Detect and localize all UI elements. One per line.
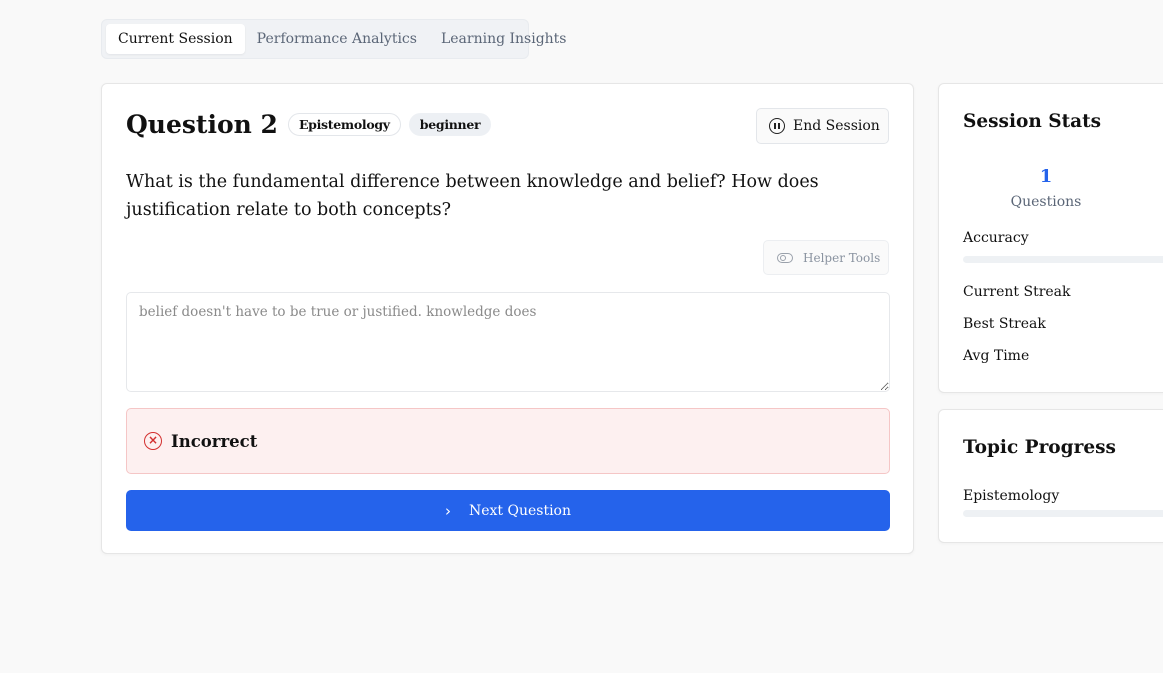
level-badge: beginner	[408, 113, 492, 136]
accuracy-bar	[963, 256, 1163, 263]
question-header: Question 2 Epistemology beginner	[126, 110, 492, 139]
topic-label: Epistemology	[963, 488, 1060, 504]
topic-progress-card: Topic Progress Epistemology	[938, 409, 1163, 543]
helper-tools-label: Helper Tools	[803, 250, 881, 265]
result-label: Incorrect	[171, 431, 258, 451]
accuracy-label: Accuracy	[963, 230, 1029, 246]
x-circle-icon: ×	[144, 432, 162, 450]
avg-time-label: Avg Time	[963, 348, 1030, 364]
current-streak-label: Current Streak	[963, 284, 1071, 300]
question-title: Question 2	[126, 110, 278, 139]
questions-caption: Questions	[1010, 194, 1082, 210]
question-card: Question 2 Epistemology beginner End Ses…	[101, 83, 914, 554]
question-text: What is the fundamental difference betwe…	[126, 172, 819, 220]
chevron-right-icon: ›	[444, 501, 451, 520]
topic-progress-bar	[963, 510, 1163, 517]
session-stats-title: Session Stats	[963, 111, 1102, 132]
answer-textarea[interactable]	[126, 292, 890, 392]
end-session-label: End Session	[793, 118, 880, 134]
topic-progress-title: Topic Progress	[963, 437, 1116, 458]
pause-icon	[769, 118, 785, 134]
questions-count: 1	[1039, 166, 1053, 187]
tab-bar: Current Session Performance Analytics Le…	[101, 19, 567, 59]
best-streak-label: Best Streak	[963, 316, 1046, 332]
topic-badge: Epistemology	[287, 113, 401, 136]
result-banner: × Incorrect	[126, 408, 890, 474]
tab-learning-insights[interactable]: Learning Insights	[429, 24, 579, 54]
end-session-button[interactable]: End Session	[756, 108, 889, 144]
tab-performance-analytics[interactable]: Performance Analytics	[245, 24, 429, 54]
next-question-button[interactable]: › Next Question	[126, 490, 890, 531]
helper-tools-toggle[interactable]: Helper Tools	[763, 240, 889, 275]
toggle-icon	[777, 252, 793, 263]
session-stats-card: Session Stats 1 Questions Accuracy Curre…	[938, 83, 1163, 393]
tab-current-session[interactable]: Current Session	[106, 24, 245, 54]
next-question-label: Next Question	[468, 502, 572, 519]
